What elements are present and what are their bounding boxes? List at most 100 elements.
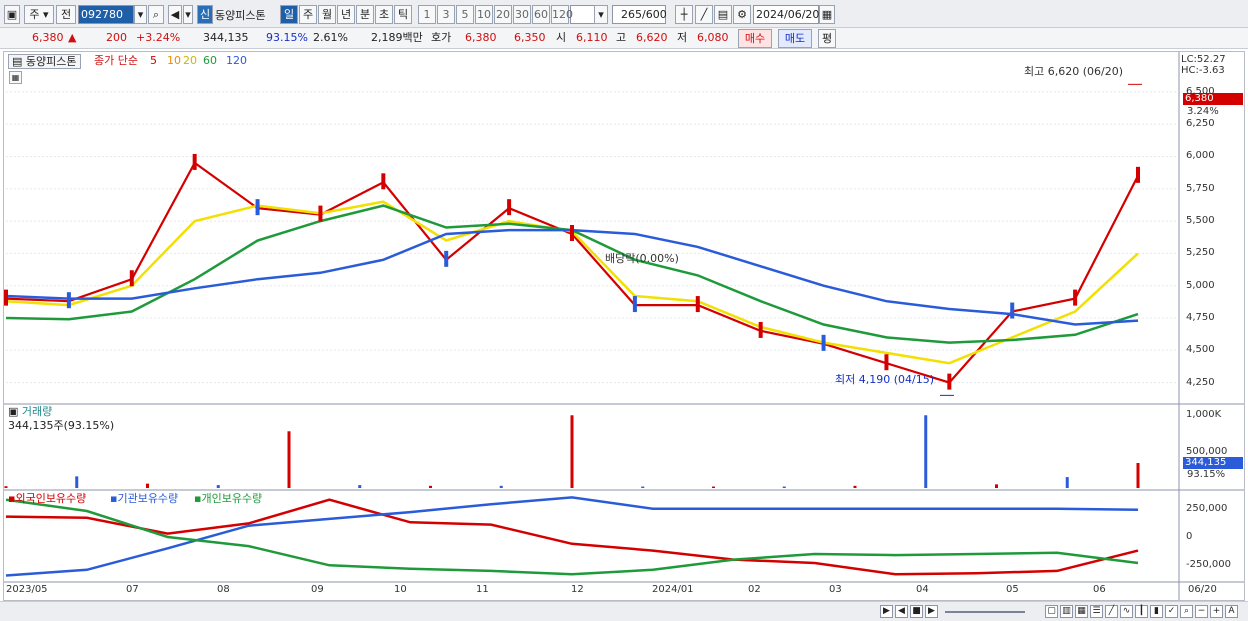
holdings-ytick-1: 0 [1186, 531, 1193, 542]
zoom-out-icon[interactable]: − [1195, 605, 1208, 618]
x-axis-label-5: 11 [476, 584, 489, 595]
zoom-icon[interactable]: ⌕ [1180, 605, 1193, 618]
price-ytick-5: 5,250 [1186, 247, 1215, 259]
price-ytick-6: 5,000 [1186, 279, 1215, 291]
ma-line-120 [5, 228, 1139, 326]
auto-icon[interactable]: A [1225, 605, 1238, 618]
volume-ytick-1: 500,000 [1186, 445, 1228, 457]
high-annotation: 최고 6,620 (06/20) [1024, 65, 1124, 78]
x-axis-label-0: 2023/05 [6, 584, 48, 595]
volume-title: ▣ 거래량 [8, 405, 53, 418]
price-ytick-8: 4,500 [1186, 344, 1215, 356]
price-ytick-1: 6,250 [1186, 118, 1215, 130]
wave-icon[interactable]: ∿ [1120, 605, 1133, 618]
price-ytick-7: 4,750 [1186, 312, 1215, 323]
candle-7 [444, 250, 449, 267]
x-axis-label-10: 04 [916, 584, 929, 595]
percent-tag: 3.24% [1187, 106, 1219, 117]
hc-label: HC:-3.63 [1181, 65, 1225, 76]
mark-icon[interactable]: ✓ [1165, 605, 1178, 618]
x-axis-label-13: 06/20 [1188, 584, 1217, 595]
legend-stock-name[interactable]: ▤ 동양피스톤 [8, 54, 81, 69]
low-annotation: 최저 4,190 (04/15) [835, 373, 935, 386]
volume-percent-tag: 93.15% [1187, 469, 1226, 480]
volume-bar-5 [358, 485, 362, 488]
layout-icon[interactable]: ▢ [1045, 605, 1058, 618]
volume-bar-13 [924, 415, 928, 488]
candle-14 [884, 354, 889, 371]
x-axis-label-3: 09 [311, 584, 324, 595]
price-ytick-3: 5,750 [1186, 182, 1215, 194]
zoom-in-icon[interactable]: + [1210, 605, 1223, 618]
trend-icon[interactable]: ╱ [1105, 605, 1118, 618]
volume-value-label: 344,135주(93.15%) [8, 419, 115, 432]
volume-bar-11 [782, 486, 786, 488]
candle-6 [381, 173, 386, 190]
candle-15 [947, 373, 952, 390]
legend-stock-name-text: 동양피스톤 [25, 55, 77, 68]
x-axis-label-11: 05 [1006, 584, 1019, 595]
holdings-ytick-2: -250,000 [1186, 559, 1231, 571]
candle-9 [570, 225, 574, 241]
holding-line-2 [5, 498, 1139, 576]
play-icon[interactable]: ▶ [925, 605, 938, 618]
candle-12 [758, 321, 763, 338]
candle-2 [129, 270, 134, 287]
stop-icon[interactable]: ■ [910, 605, 923, 618]
volume-ytick-0: 1,000K [1186, 409, 1222, 421]
x-axis-label-9: 03 [829, 584, 842, 595]
price-ytick-0: 6,500 [1186, 85, 1215, 97]
volume-bar-0 [4, 486, 8, 488]
ma-line-5 [5, 161, 1139, 384]
x-axis-label-8: 02 [748, 584, 761, 595]
legend-holding-2: ▪개인보유수량 [194, 492, 263, 505]
chart-scrollbar[interactable]: ▶ ◀ ■ ▶ ▢ ▥ ▦ ☰ ╱ ∿ ┃ ▮ ✓ ⌕ − + A [0, 601, 1248, 621]
candle-1 [66, 292, 71, 309]
x-axis-label-4: 10 [394, 584, 407, 595]
x-axis-label-7: 2024/01 [652, 584, 694, 595]
x-axis-label-12: 06 [1093, 584, 1106, 595]
volume-tag: 344,135 [1183, 457, 1243, 469]
candle-10 [632, 296, 637, 313]
price-ytick-9: 4,250 [1186, 376, 1215, 388]
x-axis-label-2: 08 [217, 584, 230, 595]
price-ytick-2: 6,000 [1186, 150, 1215, 162]
price-ytick-4: 5,500 [1186, 215, 1215, 227]
candle-icon[interactable]: ┃ [1135, 605, 1148, 618]
volume-title-text: 거래량 [21, 405, 53, 418]
volume-bar-7 [499, 485, 503, 488]
chart-canvas [4, 52, 1244, 600]
list-icon[interactable]: ☰ [1090, 605, 1103, 618]
volume-bar-3 [216, 485, 220, 488]
grid-icon[interactable]: ▦ [1075, 605, 1088, 618]
holdings-ytick-0: 250,000 [1186, 502, 1228, 514]
volume-bar-16 [1136, 462, 1140, 488]
dividend-annotation: 배당락(0.00%) [605, 252, 679, 265]
scroll-right-icon[interactable]: ▶ [880, 605, 893, 618]
legend-ma-5: 5 [150, 54, 157, 67]
candle-13 [821, 334, 826, 351]
candle-0 [4, 289, 8, 306]
volume-bar-14 [995, 484, 998, 488]
legend-ma-120: 120 [226, 54, 247, 67]
candle-4 [255, 199, 260, 216]
volume-bar-4 [287, 431, 291, 488]
legend-ma-20: 20 [183, 54, 197, 67]
volume-bar-8 [570, 415, 574, 488]
candle-3 [192, 153, 197, 170]
volume-bar-15 [1065, 477, 1069, 488]
table-icon[interactable]: ▦ [9, 71, 22, 84]
volume-bar-10 [712, 486, 715, 488]
candle-17 [1073, 289, 1078, 306]
candle-11 [695, 296, 700, 313]
legend-ma-60: 60 [203, 54, 217, 67]
x-axis-label-1: 07 [126, 584, 139, 595]
bar-icon[interactable]: ▮ [1150, 605, 1163, 618]
scroll-start-icon[interactable]: ◀ [895, 605, 908, 618]
legend-holding-0: ▪외국인보유수량 [8, 492, 87, 505]
volume-bar-6 [429, 485, 432, 488]
volume-bar-9 [641, 486, 645, 488]
candle-8 [507, 199, 512, 216]
split-icon[interactable]: ▥ [1060, 605, 1073, 618]
zoom-slider[interactable] [945, 611, 1025, 613]
